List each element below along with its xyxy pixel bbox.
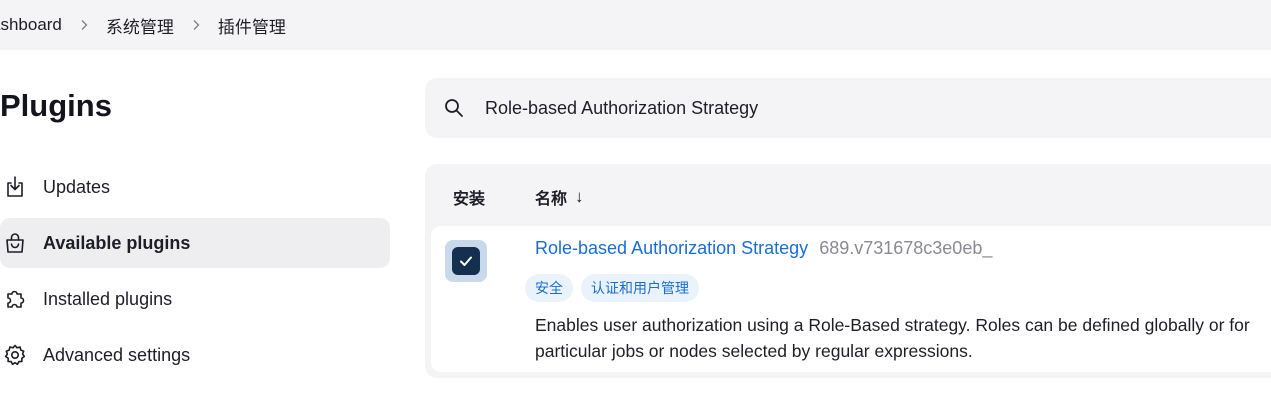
side-nav: Updates Available plugins Installed plug… bbox=[0, 162, 390, 386]
plugin-version: 689.v731678c3e0eb_ bbox=[819, 238, 993, 258]
plugin-description: Enables user authorization using a Role-… bbox=[535, 315, 1250, 361]
shopping-bag-icon bbox=[2, 230, 28, 256]
column-header-name-label: 名称 bbox=[535, 191, 568, 208]
checkmark-icon bbox=[460, 256, 472, 266]
search-input[interactable] bbox=[485, 97, 1245, 119]
tag-auth-user-management[interactable]: 认证和用户管理 bbox=[581, 274, 699, 302]
chevron-right-icon bbox=[78, 19, 90, 31]
breadcrumb-system-management[interactable]: 系统管理 bbox=[106, 13, 174, 38]
column-header-install[interactable]: 安装 bbox=[453, 185, 485, 209]
sort-arrow-icon: ↓ bbox=[575, 187, 584, 206]
breadcrumb: ashboard 系统管理 插件管理 bbox=[0, 0, 1271, 50]
nav-item-updates[interactable]: Updates bbox=[0, 162, 390, 212]
nav-item-label: Available plugins bbox=[43, 232, 191, 253]
nav-item-installed-plugins[interactable]: Installed plugins bbox=[0, 274, 390, 324]
nav-item-label: Advanced settings bbox=[43, 344, 191, 365]
table-header: 安装 名称 ↓ bbox=[425, 164, 1271, 226]
nav-item-advanced-settings[interactable]: Advanced settings bbox=[0, 330, 390, 380]
plugin-table: 安装 名称 ↓ Role-based Authorization Strateg… bbox=[425, 164, 1271, 378]
breadcrumb-dashboard[interactable]: ashboard bbox=[0, 15, 62, 35]
checkbox-checked bbox=[452, 247, 480, 275]
nav-item-label: Installed plugins bbox=[43, 288, 173, 309]
plugin-name-line: Role-based Authorization Strategy 689.v7… bbox=[535, 238, 992, 259]
search-icon bbox=[443, 97, 465, 119]
nav-item-available-plugins[interactable]: Available plugins bbox=[0, 218, 390, 268]
puzzle-icon bbox=[2, 286, 28, 312]
chevron-right-icon bbox=[190, 19, 202, 31]
install-checkbox[interactable] bbox=[445, 240, 487, 282]
table-row: Role-based Authorization Strategy 689.v7… bbox=[431, 226, 1271, 372]
plugin-tags: 安全 认证和用户管理 bbox=[525, 274, 699, 302]
plugin-name-link[interactable]: Role-based Authorization Strategy bbox=[535, 238, 808, 258]
page-title: Plugins bbox=[0, 88, 112, 123]
search-box[interactable] bbox=[425, 78, 1271, 138]
breadcrumb-plugin-management[interactable]: 插件管理 bbox=[218, 13, 286, 38]
tag-security[interactable]: 安全 bbox=[525, 274, 573, 302]
nav-item-label: Updates bbox=[43, 176, 111, 197]
gear-icon bbox=[2, 342, 28, 368]
column-header-name[interactable]: 名称 ↓ bbox=[535, 185, 584, 209]
download-icon bbox=[2, 174, 28, 200]
